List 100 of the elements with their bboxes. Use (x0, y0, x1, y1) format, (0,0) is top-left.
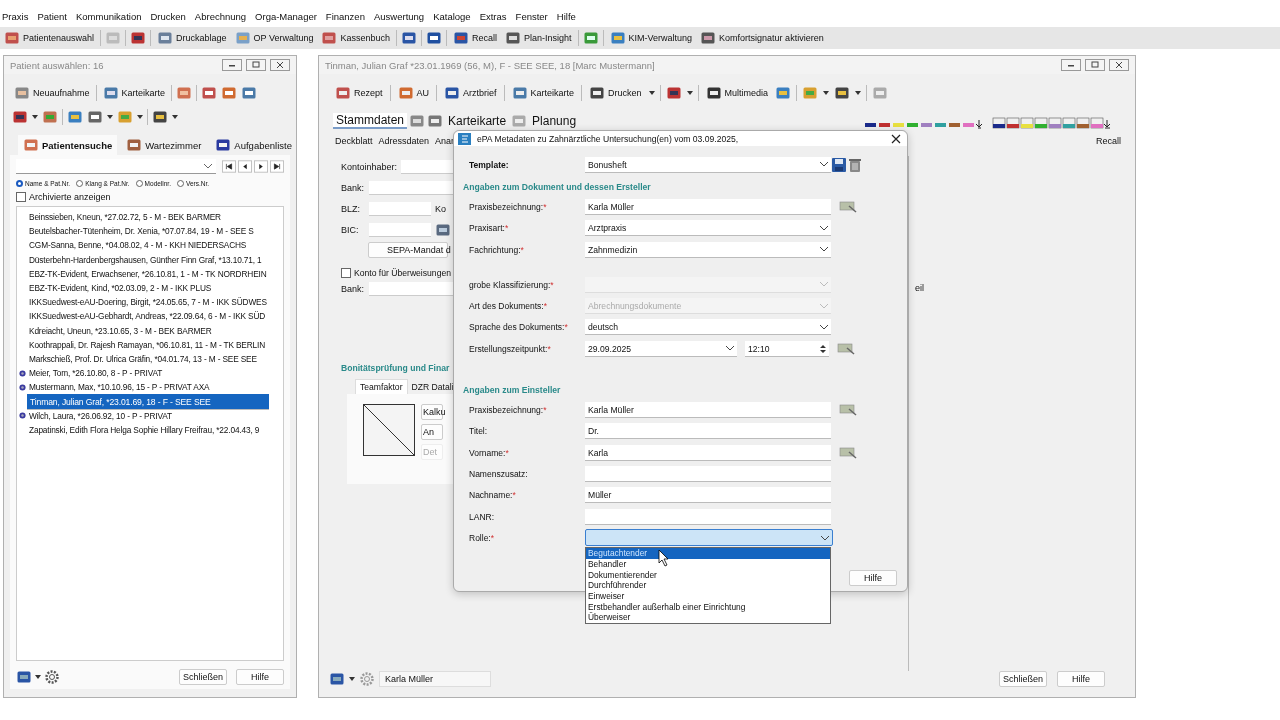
menu-item[interactable]: Orga-Manager (255, 11, 317, 24)
chevron-icon[interactable] (820, 225, 828, 231)
dropdown-option[interactable]: Durchführender (586, 580, 830, 591)
menu-item[interactable]: Finanzen (325, 11, 365, 24)
caret-icon[interactable] (32, 115, 38, 119)
select-field[interactable]: deutsch (585, 319, 831, 336)
dialog-button[interactable]: Schließen (179, 669, 227, 685)
chevron-icon[interactable] (820, 324, 828, 330)
last-icon[interactable] (270, 160, 284, 173)
save-icon[interactable] (831, 156, 847, 173)
dialog-button[interactable]: Hilfe (1057, 671, 1105, 687)
caret-icon[interactable] (137, 115, 143, 119)
toolbar-button[interactable]: Druckablage (155, 29, 229, 47)
tab[interactable]: Patientensuche (18, 135, 118, 155)
dropdown-option[interactable]: Einweiser (586, 590, 830, 602)
menu-item[interactable]: Praxis (2, 11, 29, 24)
close-icon[interactable] (270, 59, 290, 71)
input-field[interactable] (369, 201, 431, 216)
tab[interactable]: Karteikarte (445, 114, 510, 128)
tab[interactable]: Teamfaktor (355, 379, 408, 394)
caret-icon[interactable] (107, 115, 113, 119)
card-picker-icon[interactable] (839, 200, 857, 213)
menu-item[interactable]: Hilfe (556, 11, 576, 24)
input-field[interactable] (401, 159, 453, 174)
patient-entry[interactable]: EBZ-TK-Evident, Erwachsener, *26.10.81, 1 - M - TK NORDRHEIN (27, 267, 269, 280)
patient-entry[interactable]: CGM-Sanna, Benne, *04.08.02, 4 - M - KKH NIEDERSACHS (27, 239, 249, 252)
select-field[interactable]: Arztpraxis (585, 220, 831, 237)
patient-entry[interactable]: Markschieß, Prof. Dr. Ulrica Gräfin, *04.01.74, 13 - M - SEE SEE (27, 352, 259, 365)
chevron-icon[interactable] (204, 163, 212, 169)
input-field[interactable]: Dr. (585, 423, 831, 440)
toolbar-button[interactable]: Arztbrief (442, 84, 499, 102)
patient-entry[interactable]: Mustermann, Max, *10.10.96, 15 - P - PRIVAT AXA (27, 381, 212, 394)
tab[interactable]: Planung (529, 114, 580, 128)
tab[interactable]: Deckblatt (335, 136, 373, 146)
patient-entry[interactable]: Koothrappali, Dr. Rajesh Ramayan, *06.10.81, 11 - M - TK BERLIN (27, 338, 268, 351)
menu-item[interactable]: Drucken (150, 11, 186, 24)
dialog-button[interactable]: Hilfe (236, 669, 284, 685)
tab[interactable]: Anar (435, 136, 455, 146)
patient-entry[interactable]: Düsterbehn-Hardenbergshausen, Günther Finn Graf, *13.10.71, 1 (27, 253, 264, 266)
menu-item[interactable]: Fenster (515, 11, 548, 24)
caret-icon[interactable] (648, 91, 655, 95)
tab[interactable]: Stammdaten (333, 113, 408, 129)
input-field[interactable] (369, 222, 431, 237)
caret-icon[interactable] (35, 675, 41, 679)
toolbar-button[interactable]: KIM-Verwaltung (607, 29, 695, 47)
card-picker-icon[interactable] (839, 404, 857, 416)
toolbar-button[interactable]: Rezept (333, 84, 385, 102)
dropdown-option[interactable]: Überweiser (586, 612, 830, 623)
first-icon[interactable] (222, 160, 236, 173)
patient-entry[interactable]: Beutelsbacher-Tütenheim, Dr. Xenia, *07.07.84, 19 - M - SEE S (27, 225, 256, 238)
dropdown-option[interactable]: Erstbehandler außerhalb einer Einrichtung (586, 601, 830, 613)
tab[interactable]: Recall (1096, 136, 1121, 146)
input-field[interactable] (369, 281, 453, 296)
dialog-button[interactable]: Schließen (999, 671, 1047, 687)
caret-icon[interactable] (172, 115, 178, 119)
toolbar-button[interactable]: Karteikarte (509, 84, 577, 102)
input-field[interactable] (585, 465, 831, 482)
tab[interactable]: DZR Datali (407, 379, 458, 394)
tab[interactable]: Aufgabenliste (210, 135, 297, 155)
card-picker-icon[interactable] (839, 446, 857, 459)
chevron-icon[interactable] (726, 346, 734, 352)
caret-icon[interactable] (823, 91, 830, 95)
toolbar-button[interactable]: Neuaufnahme (12, 84, 92, 102)
toolbar-button[interactable]: Plan-Insight (503, 29, 574, 47)
close-icon[interactable] (1109, 59, 1129, 71)
spinner-icon[interactable] (820, 343, 826, 354)
card-picker-icon[interactable] (837, 342, 855, 355)
dropdown-option[interactable]: Dokumentierender (586, 569, 830, 581)
input-field[interactable]: Müller (585, 487, 831, 504)
dropdown-option[interactable]: Behandler (586, 558, 830, 570)
chevron-icon[interactable] (820, 162, 828, 168)
template-select[interactable]: Bonusheft (585, 156, 831, 173)
toolbar-button[interactable]: Kassenbuch (319, 29, 392, 47)
select-field[interactable] (585, 529, 833, 547)
patient-entry[interactable]: EBZ-TK-Evident, Kind, *02.03.09, 2 - M - IKK PLUS (27, 282, 214, 295)
toolbar-button[interactable]: AU (395, 84, 432, 102)
caret-icon[interactable] (349, 677, 355, 681)
action-button[interactable]: Kalku (421, 404, 443, 420)
previous-icon[interactable] (238, 160, 252, 173)
patient-entry[interactable]: Tinman, Julian Graf, *23.01.69, 18 - F - SEE SEE (27, 393, 269, 410)
close-icon[interactable] (891, 133, 901, 144)
trash-icon[interactable] (847, 156, 863, 173)
dropdown-option[interactable]: Begutachtender (586, 548, 830, 559)
menu-item[interactable]: Kommunikation (76, 11, 142, 24)
minimize-icon[interactable] (222, 59, 242, 71)
action-button[interactable]: An (421, 424, 443, 440)
toolbar-button[interactable]: OP Verwaltung (232, 29, 316, 47)
menu-item[interactable]: Extras (479, 11, 507, 24)
date-field[interactable]: 29.09.2025 (585, 340, 737, 357)
tab[interactable]: Wartezimmer (121, 135, 207, 155)
input-field[interactable]: Karla Müller (585, 402, 831, 418)
menu-item[interactable]: Auswertung (373, 11, 425, 24)
input-field[interactable] (585, 508, 831, 525)
minimize-icon[interactable] (1061, 59, 1081, 71)
tab[interactable]: Adressdaten (378, 136, 430, 146)
settings-icon[interactable] (44, 669, 60, 685)
toolbar-button[interactable]: Multimedia (703, 84, 771, 102)
patient-entry[interactable]: Kdreiacht, Uneun, *23.10.65, 3 - M - BEK BARMER (27, 324, 214, 337)
toolbar-button[interactable]: Komfortsignatur aktivieren (698, 29, 826, 47)
caret-icon[interactable] (855, 91, 862, 95)
